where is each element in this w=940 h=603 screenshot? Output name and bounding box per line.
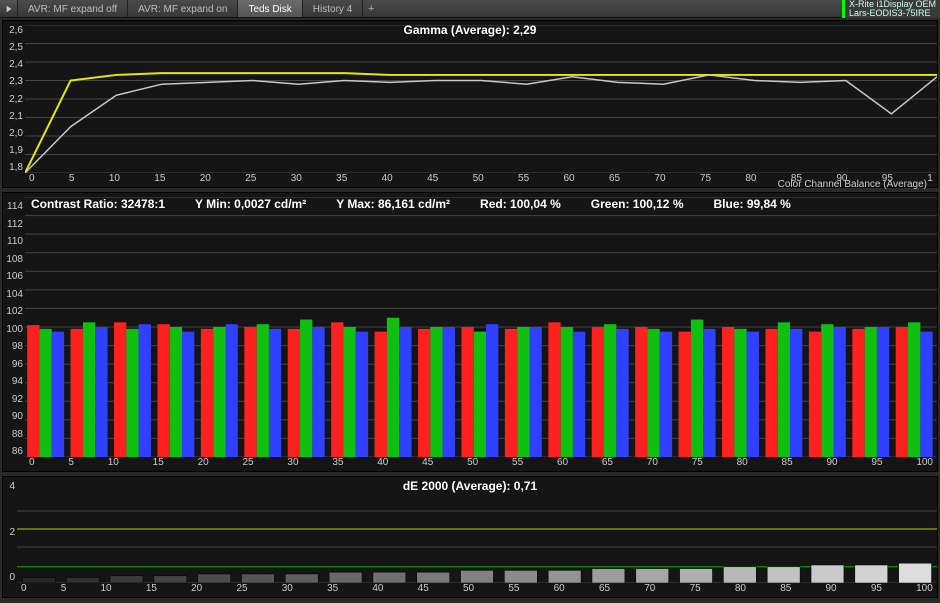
play-button[interactable] — [0, 0, 18, 17]
plus-icon: + — [368, 3, 374, 15]
de-y-axis: 420 — [3, 477, 17, 583]
balance-x-axis: 0510152025303540455055606570758085909510… — [25, 457, 937, 471]
de-plot — [17, 493, 937, 583]
balance-chart: Color Channel Balance (Average) Contrast… — [2, 192, 938, 472]
gamma-chart: Gamma (Average): 2,29 2,62,52,42,32,22,1… — [2, 20, 938, 188]
gamma-y-axis: 2,62,52,42,32,22,12,01,91,8 — [3, 21, 25, 173]
balance-plot — [25, 197, 937, 457]
tab[interactable]: Teds Disk — [238, 0, 302, 17]
tab[interactable]: AVR: MF expand on — [128, 0, 238, 17]
tab-bar: AVR: MF expand offAVR: MF expand onTeds … — [0, 0, 940, 18]
balance-y-axis: 11411211010810610410210098969492908886 — [3, 197, 25, 457]
de-title: dE 2000 (Average): 0,71 — [403, 479, 537, 493]
device-badge: X-Rite i1Display OEM Lars-EODIS3-75IRE — [842, 0, 940, 18]
add-tab-button[interactable]: + — [363, 0, 379, 17]
de-x-axis: 0510152025303540455055606570758085909510… — [17, 583, 937, 597]
device-line2: Lars-EODIS3-75IRE — [849, 9, 936, 18]
de-chart: dE 2000 (Average): 0,71 420 051015202530… — [2, 476, 938, 598]
play-icon — [5, 5, 13, 13]
balance-subtitle: Color Channel Balance (Average) — [778, 179, 927, 190]
tab[interactable]: AVR: MF expand off — [18, 0, 128, 17]
tab[interactable]: History 4 — [303, 0, 363, 17]
gamma-plot — [25, 25, 937, 173]
